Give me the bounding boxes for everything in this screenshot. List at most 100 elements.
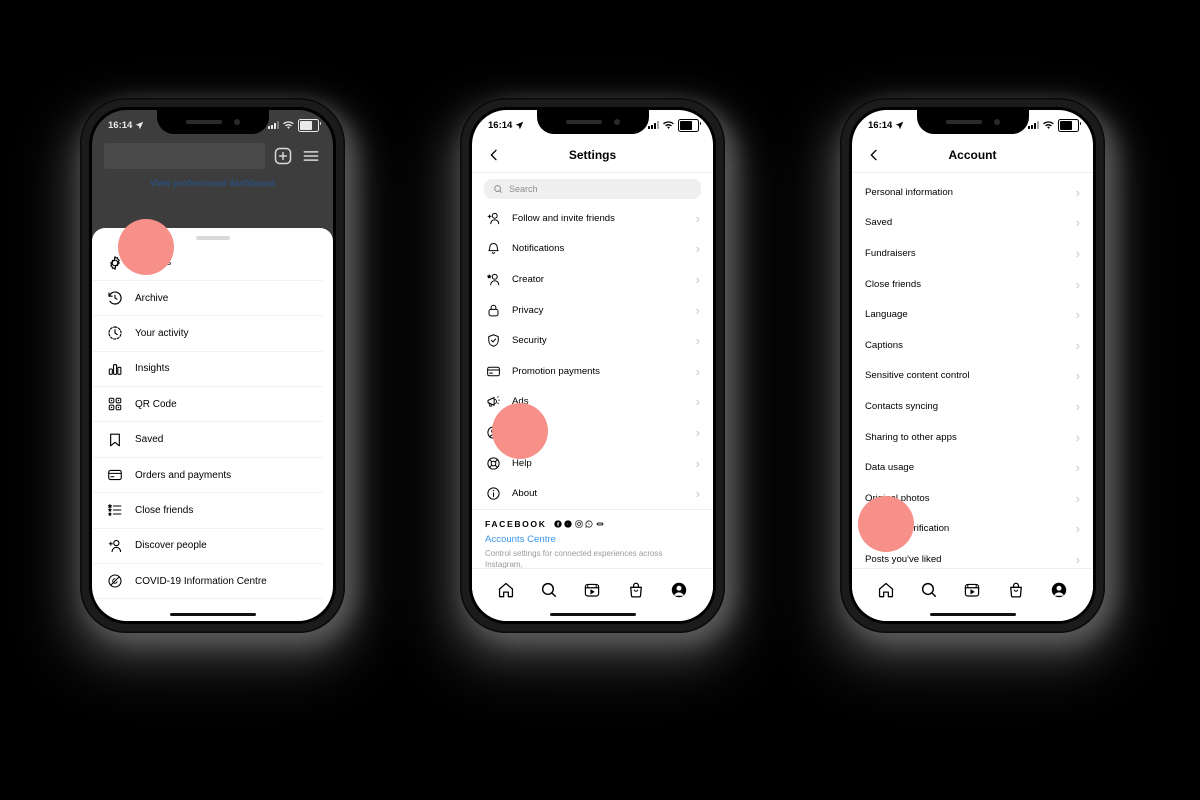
account-item-label: Close friends: [865, 278, 921, 290]
settings-item-label: Account: [512, 426, 547, 438]
account-item-label: Captions: [865, 339, 903, 351]
covid-info-icon: [106, 573, 123, 590]
phone-3-device: 16:14 Account Personal information › Sav…: [840, 98, 1105, 633]
add-person-icon: [106, 537, 123, 554]
bell-icon: [485, 241, 501, 257]
account-item-saved[interactable]: Saved ›: [852, 208, 1093, 239]
account-item-sensitive-content-control[interactable]: Sensitive content control ›: [852, 361, 1093, 392]
tab-profile[interactable]: [1050, 581, 1069, 600]
tab-reels[interactable]: [963, 581, 982, 600]
search-icon: [494, 185, 502, 193]
chevron-right-icon: ›: [695, 271, 700, 287]
chevron-left-icon[interactable]: [486, 147, 502, 163]
settings-item-notifications[interactable]: Notifications ›: [472, 234, 713, 265]
username-field[interactable]: [104, 143, 265, 169]
menu-item-archive[interactable]: Archive: [92, 281, 323, 317]
hamburger-menu-icon[interactable]: [301, 146, 321, 166]
credit-card-icon: [485, 363, 501, 379]
chevron-right-icon: ›: [1075, 429, 1080, 445]
chevron-right-icon: ›: [1075, 490, 1080, 506]
tab-home[interactable]: [496, 581, 515, 600]
cellular-signal-icon: [1028, 121, 1039, 129]
account-item-data-usage[interactable]: Data usage ›: [852, 452, 1093, 483]
menu-item-discover-people[interactable]: Discover people: [92, 529, 323, 565]
settings-item-privacy[interactable]: Privacy ›: [472, 295, 713, 326]
menu-item-covid-19-information-centre[interactable]: COVID-19 Information Centre: [92, 564, 323, 600]
front-camera: [993, 119, 1000, 125]
account-list: Personal information › Saved › Fundraisers › C…: [852, 173, 1093, 575]
page-title: Account: [948, 148, 997, 162]
tab-shop-bag[interactable]: [626, 581, 645, 600]
lifebuoy-icon: [485, 455, 501, 471]
settings-item-promotion-payments[interactable]: Promotion payments ›: [472, 356, 713, 387]
tab-search[interactable]: [540, 581, 559, 600]
phone2-notch: [536, 110, 649, 134]
account-circle-icon: [485, 424, 501, 440]
chevron-right-icon: ›: [695, 302, 700, 318]
chevron-right-icon: ›: [695, 424, 700, 440]
tab-search[interactable]: [920, 581, 939, 600]
account-item-fundraisers[interactable]: Fundraisers ›: [852, 238, 1093, 269]
facebook-brand-label: FACEBOOK: [485, 518, 547, 529]
tab-shop-bag[interactable]: [1006, 581, 1025, 600]
chevron-right-icon: ›: [1075, 184, 1080, 200]
facebook-section: FACEBOOK Accounts Centre Control setting…: [472, 508, 713, 571]
account-item-captions[interactable]: Captions ›: [852, 330, 1093, 361]
account-item-label: Contacts syncing: [865, 400, 939, 412]
tab-home[interactable]: [876, 581, 895, 600]
menu-item-insights[interactable]: Insights: [92, 352, 323, 388]
credit-card-icon: [106, 467, 123, 484]
account-item-personal-information[interactable]: Personal information ›: [852, 177, 1093, 208]
account-item-contacts-syncing[interactable]: Contacts syncing ›: [852, 391, 1093, 422]
menu-item-label: Discover people: [135, 540, 207, 552]
chevron-right-icon: ›: [1075, 521, 1080, 537]
phone2-nav-bar: Settings: [472, 138, 713, 173]
search-placeholder: Search: [509, 184, 538, 194]
tab-reels[interactable]: [583, 581, 602, 600]
account-item-label: Original photos: [865, 492, 930, 504]
chevron-right-icon: ›: [1075, 245, 1080, 261]
settings-item-about[interactable]: About ›: [472, 478, 713, 509]
settings-item-ads[interactable]: Ads ›: [472, 387, 713, 418]
settings-item-label: Privacy: [512, 304, 544, 316]
cellular-signal-icon: [268, 121, 279, 129]
settings-item-label: Creator: [512, 273, 544, 285]
account-item-request-verification[interactable]: Request verification ›: [852, 514, 1093, 545]
sheet-grabber[interactable]: [195, 236, 230, 240]
account-item-original-photos[interactable]: Original photos ›: [852, 483, 1093, 514]
menu-item-saved[interactable]: Saved: [92, 422, 323, 458]
account-item-close-friends[interactable]: Close friends ›: [852, 269, 1093, 300]
status-time: 16:14: [868, 119, 893, 131]
phone3-screen: 16:14 Account Personal information › Sav…: [852, 110, 1093, 621]
search-input[interactable]: Search: [484, 179, 701, 199]
settings-item-account[interactable]: Account ›: [472, 417, 713, 448]
chevron-right-icon: ›: [695, 455, 700, 471]
menu-item-close-friends[interactable]: Close friends: [92, 493, 323, 529]
phone3-notch: [916, 110, 1029, 134]
account-item-language[interactable]: Language ›: [852, 299, 1093, 330]
menu-item-settings[interactable]: Settings: [92, 246, 323, 281]
front-camera: [613, 119, 620, 125]
menu-item-your-activity[interactable]: Your activity: [92, 316, 323, 352]
settings-item-help[interactable]: Help ›: [472, 448, 713, 479]
chevron-left-icon[interactable]: [866, 147, 882, 163]
menu-item-orders-and-payments[interactable]: Orders and payments: [92, 458, 323, 494]
account-item-label: Data usage: [865, 462, 915, 474]
menu-item-label: COVID-19 Information Centre: [135, 575, 267, 587]
menu-item-qr-code[interactable]: QR Code: [92, 387, 323, 423]
accounts-centre-link[interactable]: Accounts Centre: [485, 534, 700, 545]
phone1-screen: 16:14 View professional dashboard Settin…: [92, 110, 333, 621]
settings-item-follow-and-invite-friends[interactable]: Follow and invite friends ›: [472, 203, 713, 234]
plus-square-icon[interactable]: [273, 146, 293, 166]
location-arrow-icon: [516, 121, 524, 129]
wifi-icon: [1043, 120, 1054, 129]
tab-profile[interactable]: [670, 581, 689, 600]
phone-1-device: 16:14 View professional dashboard Settin…: [80, 98, 345, 633]
wifi-icon: [663, 120, 674, 129]
settings-item-security[interactable]: Security ›: [472, 325, 713, 356]
settings-item-creator[interactable]: Creator ›: [472, 264, 713, 295]
phone1-notch: [156, 110, 269, 134]
account-item-sharing-to-other-apps[interactable]: Sharing to other apps ›: [852, 422, 1093, 453]
chevron-right-icon: ›: [1075, 551, 1080, 567]
professional-dashboard-link[interactable]: View professional dashboard: [92, 174, 333, 196]
